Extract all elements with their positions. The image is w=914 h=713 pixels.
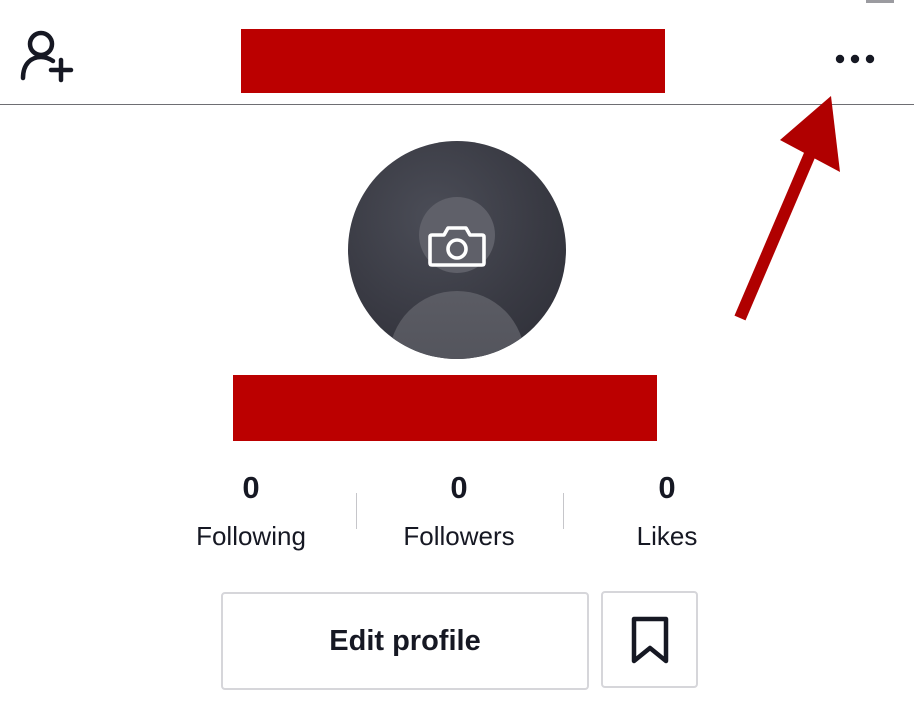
header-divider [0, 104, 914, 105]
following-count: 0 [242, 470, 260, 505]
annotation-arrow [734, 96, 840, 321]
stat-divider [563, 493, 564, 529]
display-name-redacted [233, 375, 657, 441]
add-friend-button[interactable] [18, 28, 78, 84]
avatar-silhouette-body [389, 291, 525, 359]
bookmark-icon [631, 616, 668, 663]
profile-header [0, 0, 914, 106]
more-horizontal-icon [835, 54, 875, 64]
profile-title-redacted [241, 29, 665, 93]
favorites-button[interactable] [601, 591, 698, 688]
camera-icon [428, 226, 486, 267]
stat-divider [356, 493, 357, 529]
status-edge-mark [866, 0, 894, 3]
likes-label: Likes [636, 521, 698, 551]
avatar[interactable] [348, 141, 566, 359]
edit-profile-button[interactable]: Edit profile [221, 592, 589, 690]
person-add-icon [20, 30, 74, 83]
followers-label: Followers [403, 521, 515, 551]
following-label: Following [196, 521, 306, 551]
more-options-button[interactable] [826, 42, 884, 76]
followers-count: 0 [450, 470, 468, 505]
likes-count: 0 [658, 470, 676, 505]
stat-likes[interactable]: 0 Likes [596, 470, 738, 551]
stat-followers[interactable]: 0 Followers [388, 470, 530, 551]
stat-following[interactable]: 0 Following [180, 470, 322, 551]
